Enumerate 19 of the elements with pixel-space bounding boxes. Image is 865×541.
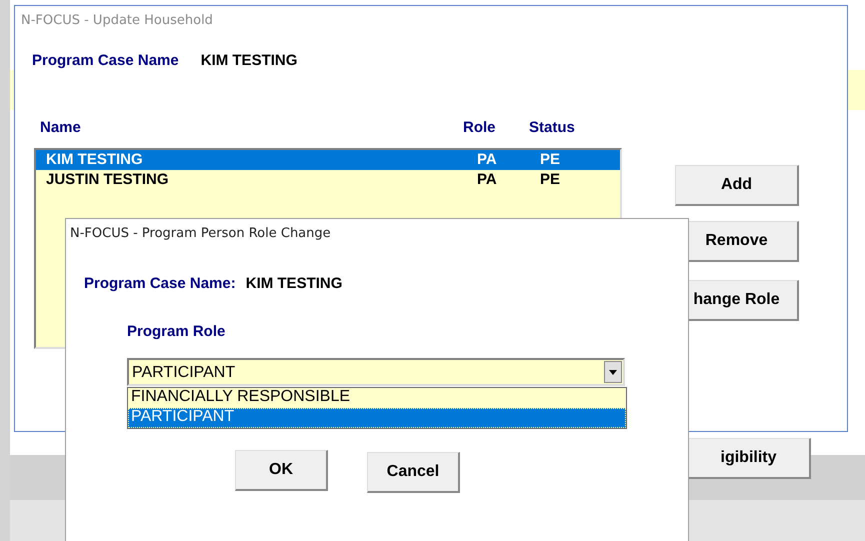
dropdown-option[interactable]: PARTICIPANT xyxy=(128,408,626,428)
action-button[interactable]: igibility xyxy=(687,438,811,479)
household-row[interactable]: JUSTIN TESTING PA PE xyxy=(36,170,620,190)
household-row[interactable]: KIM TESTING PA PE xyxy=(36,150,620,170)
case-name-label: Program Case Name: xyxy=(84,275,236,292)
case-name: KIM TESTING xyxy=(200,52,298,69)
case-name-label: Program Case Name xyxy=(32,52,179,69)
dropdown-option[interactable]: FINANCIALLY RESPONSIBLE xyxy=(128,388,626,408)
program-role-label: Program Role xyxy=(127,323,226,340)
dialog-button[interactable]: Cancel xyxy=(367,452,460,493)
column-header: Role xyxy=(463,119,496,136)
case-name: KIM TESTING xyxy=(246,275,342,292)
dialog-title: N-FOCUS - Program Person Role Change xyxy=(70,226,331,241)
column-header: Status xyxy=(529,119,575,136)
action-button[interactable]: Add xyxy=(675,165,799,206)
window-title: N-FOCUS - Update Household xyxy=(21,13,213,28)
dialog-button[interactable]: OK xyxy=(235,450,328,491)
program-role-dropdown[interactable]: PARTICIPANT xyxy=(127,358,625,386)
column-header: Name xyxy=(40,119,81,136)
